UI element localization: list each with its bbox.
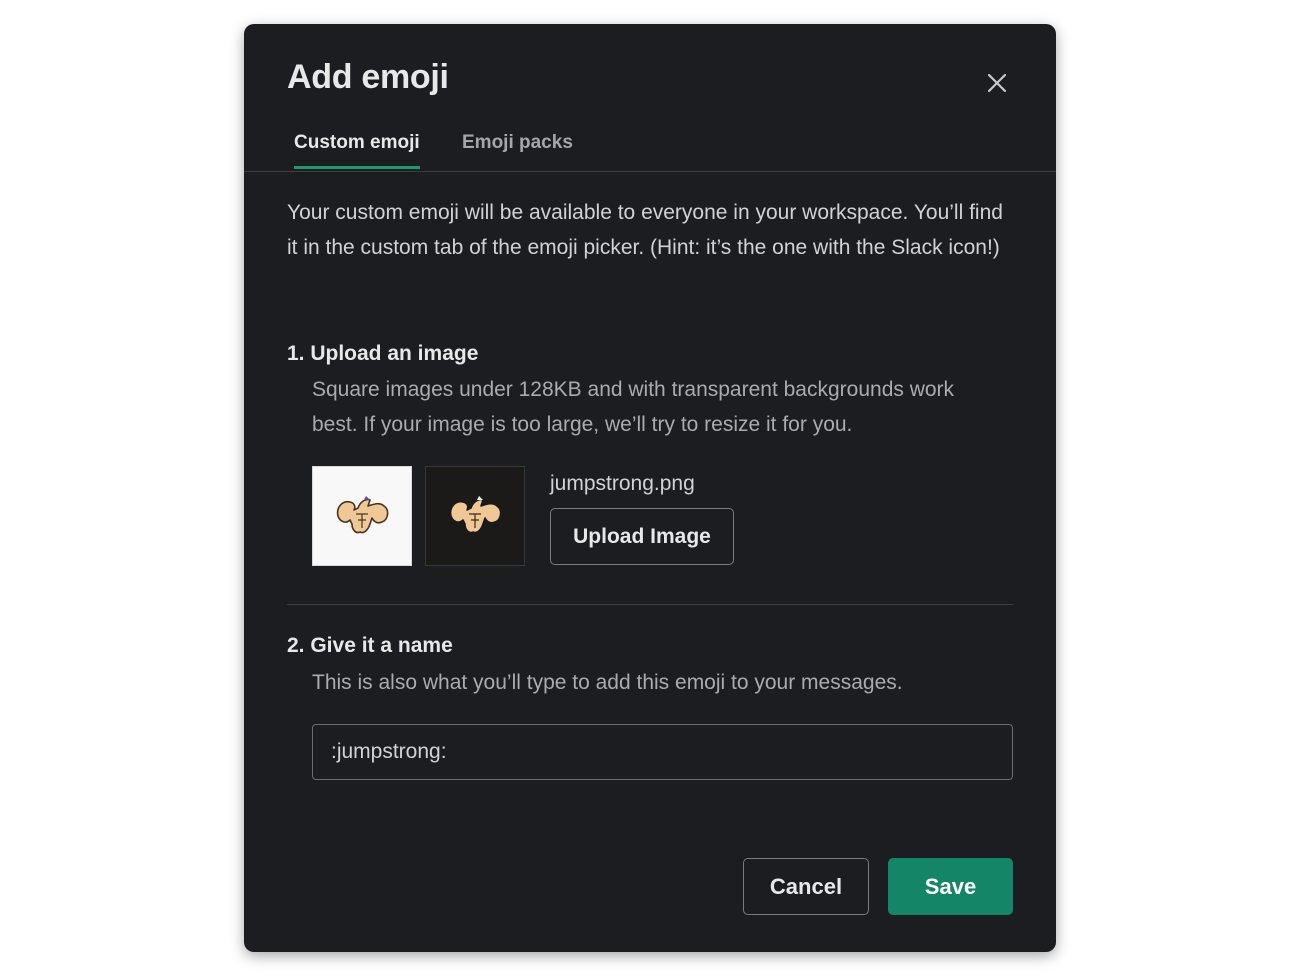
modal-title: Add emoji	[287, 58, 449, 96]
name-section-description: This is also what you’ll type to add thi…	[312, 671, 903, 694]
uploaded-filename: jumpstrong.png	[550, 472, 695, 495]
close-icon	[987, 73, 1007, 93]
upload-image-button[interactable]: Upload Image	[550, 508, 734, 565]
upload-section-heading: 1. Upload an image	[287, 342, 479, 365]
intro-text: Your custom emoji will be available to e…	[287, 201, 1003, 259]
save-button[interactable]: Save	[888, 858, 1013, 915]
upload-section-description: Square images under 128KB and with trans…	[312, 378, 955, 436]
add-emoji-modal: Add emoji Custom emoji Emoji packs Your …	[244, 24, 1056, 952]
tab-emoji-packs[interactable]: Emoji packs	[462, 132, 573, 166]
flexing-muscles-emoji-icon	[449, 496, 502, 534]
emoji-name-input[interactable]	[312, 724, 1013, 780]
close-button[interactable]	[979, 65, 1015, 101]
flexing-muscles-emoji-icon	[336, 496, 389, 534]
name-section-heading: 2. Give it a name	[287, 634, 453, 657]
tab-bar: Custom emoji Emoji packs	[244, 128, 1056, 172]
tab-custom-emoji[interactable]: Custom emoji	[294, 132, 420, 169]
emoji-preview-dark	[425, 466, 525, 566]
section-divider	[287, 604, 1013, 605]
cancel-button[interactable]: Cancel	[743, 858, 869, 915]
emoji-preview-light	[312, 466, 412, 566]
